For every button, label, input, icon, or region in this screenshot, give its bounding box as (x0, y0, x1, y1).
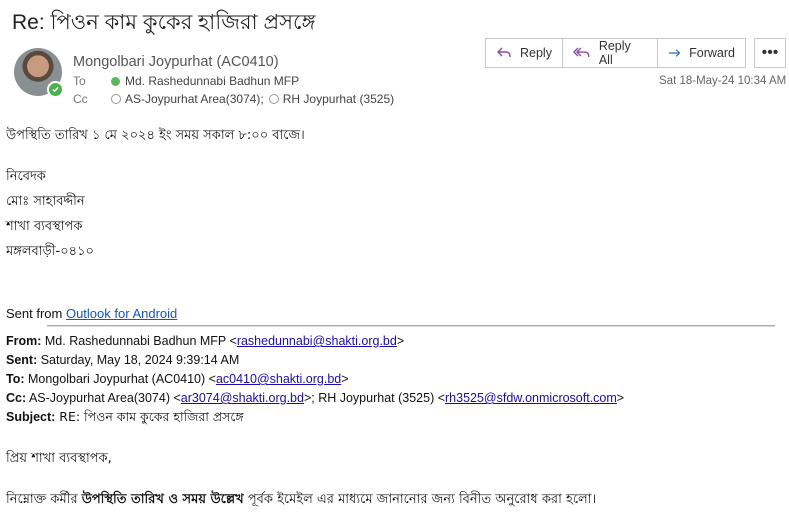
to-row: To Md. Rashedunnabi Badhun MFP (73, 74, 299, 88)
to-header-label: To: (6, 372, 25, 386)
email-subject: Re: পিওন কাম কুকের হাজিরা প্রসঙ্গে (12, 11, 316, 34)
reply-label: Reply (520, 46, 552, 60)
outlook-android-link[interactable]: Outlook for Android (66, 306, 177, 321)
sender-avatar[interactable] (14, 48, 64, 98)
reply-all-label: Reply All (598, 39, 631, 67)
quoted-paragraph: নিম্নোক্ত কর্মীর উপস্থিতি তারিখ ও সময় উ… (6, 490, 596, 511)
bracket: > (341, 372, 349, 386)
quoted-from-line: From: Md. Rashedunnabi Badhun MFP <rashe… (6, 334, 404, 348)
presence-unknown-icon (268, 94, 279, 104)
from-name: Md. Rashedunnabi Badhun MFP < (41, 334, 237, 348)
from-email-link[interactable]: rashedunnabi@shakti.org.bd (237, 334, 397, 348)
cc-email-link-1[interactable]: ar3074@shakti.org.bd (181, 391, 304, 405)
cc-name-1: AS-Joypurhat Area(3074) < (26, 391, 181, 405)
signature-line-3: শাখা ব্যবস্থাপক (6, 219, 83, 234)
cc-name-2: >; RH Joypurhat (3525) < (303, 391, 445, 405)
to-name: Mongolbari Joypurhat (AC0410) < (24, 372, 216, 386)
to-email-link[interactable]: ac0410@shakti.org.bd (216, 372, 341, 386)
cc-label: Cc (73, 92, 88, 106)
reply-all-icon (573, 47, 590, 57)
para-start: নিম্নোক্ত কর্মীর (6, 492, 82, 507)
forward-button[interactable]: Forward (658, 38, 746, 68)
subject-value: RE: পিওন কাম কুকের হাজিরা প্রসঙ্গে (55, 409, 244, 424)
forward-label: Forward (689, 46, 735, 60)
presence-available-icon (111, 76, 120, 86)
to-recipient[interactable]: Md. Rashedunnabi Badhun MFP (125, 74, 299, 88)
cc-email-link-2[interactable]: rh3525@sfdw.onmicrosoft.com (445, 391, 617, 405)
para-bold: উপস্থিতি তারিখ ও সময় উল্লেখ (81, 492, 244, 507)
sender-name[interactable]: Mongolbari Joypurhat (AC0410) (73, 54, 279, 70)
quoted-cc-line: Cc: AS-Joypurhat Area(3074) <ar3074@shak… (6, 391, 624, 405)
presence-unknown-icon (111, 94, 121, 104)
to-label: To (73, 74, 86, 88)
sent-date: Sat 18-May-24 10:34 AM (659, 75, 787, 87)
signature-line-4: মঙ্গলবাড়ী-০৪১০ (6, 244, 94, 259)
quoted-sent-line: Sent: Saturday, May 18, 2024 9:39:14 AM (6, 353, 239, 367)
bracket: > (616, 391, 625, 405)
sent-value: Saturday, May 18, 2024 9:39:14 AM (37, 353, 240, 367)
quote-divider (47, 325, 775, 327)
bracket: > (396, 334, 405, 348)
quoted-greeting: প্রিয় শাখা ব্যবস্থাপক, (6, 451, 112, 466)
reply-icon (497, 47, 511, 58)
signature-line-2: মোঃ সাহাবদ্দীন (6, 194, 85, 209)
cc-recipient-2[interactable]: RH Joypurhat (3525) (283, 92, 394, 106)
cc-header-label: Cc: (6, 391, 27, 405)
quoted-to-line: To: Mongolbari Joypurhat (AC0410) <ac041… (6, 372, 349, 386)
body-line-date: উপস্থিতি তারিখ ১ মে ২০২৪ ইং সময় সকাল ৮:… (6, 128, 305, 143)
forward-arrow-icon (668, 49, 681, 57)
cc-row: Cc AS-Joypurhat Area(3074); RH Joypurhat… (73, 92, 394, 106)
subject-header-label: Subject: (6, 410, 56, 424)
reply-all-button[interactable]: Reply All (563, 38, 658, 68)
sent-from-text: Sent from (6, 306, 66, 321)
cc-recipient-1[interactable]: AS-Joypurhat Area(3074); (125, 92, 264, 106)
quoted-subject-line: Subject: RE: পিওন কাম কুকের হাজিরা প্রসঙ… (6, 409, 244, 429)
from-label: From: (6, 334, 42, 348)
signature-line-1: নিবেদক (6, 169, 46, 184)
para-end: পূর্বক ইমেইল এর মাধ্যমে জানানোর জন্য বিন… (243, 492, 597, 507)
message-toolbar: Reply Reply All Forward (485, 38, 746, 68)
sent-from-line: Sent from Outlook for Android (6, 306, 177, 321)
presence-available-icon (47, 81, 64, 98)
sent-label: Sent: (6, 353, 38, 367)
more-actions-button[interactable]: ••• (754, 38, 786, 68)
reply-button[interactable]: Reply (485, 38, 563, 68)
